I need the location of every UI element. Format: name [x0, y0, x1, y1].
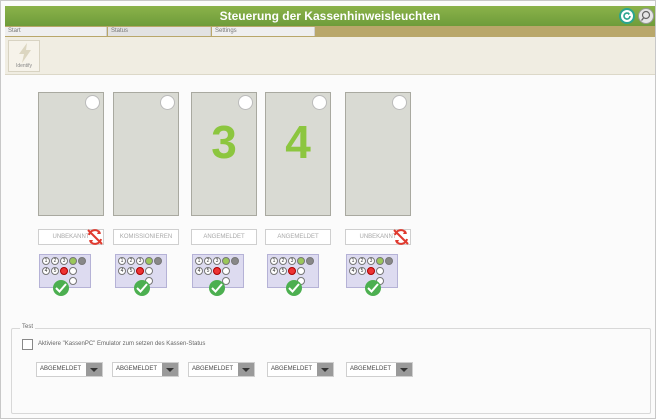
select-value: ABGEMELDET — [350, 366, 392, 372]
register-panel-5[interactable] — [345, 92, 411, 216]
chevron-down-icon[interactable] — [86, 363, 102, 376]
lamp-indicator — [392, 95, 407, 110]
lamp-indicator — [85, 95, 100, 110]
lamp-indicator — [312, 95, 327, 110]
register-panel-4[interactable]: 4 — [265, 92, 331, 216]
identify-button[interactable]: Identify — [8, 40, 40, 72]
status-select-3[interactable]: ABGEMELDET — [188, 362, 255, 377]
title-bar: Steuerung der Kassenhinweisleuchten — [5, 6, 655, 26]
check-icon — [209, 280, 225, 296]
test-legend: Test — [20, 324, 36, 330]
status-select-1[interactable]: ABGEMELDET — [36, 362, 103, 377]
status-select-5[interactable]: ABGEMELDET — [346, 362, 413, 377]
register-status-3: ANGEMELDET — [191, 229, 257, 245]
status-select-2[interactable]: ABGEMELDET — [112, 362, 179, 377]
chevron-down-icon[interactable] — [162, 363, 178, 376]
select-value: ABGEMELDET — [116, 366, 158, 372]
check-icon — [134, 280, 150, 296]
lightning-icon — [19, 43, 31, 63]
toolbar: Identify — [5, 37, 655, 75]
window-title: Steuerung der Kassenhinweisleuchten — [219, 9, 441, 23]
emulator-checkbox[interactable] — [22, 339, 33, 350]
select-value: ABGEMELDET — [271, 366, 313, 372]
register-panel-2[interactable] — [113, 92, 179, 216]
select-value: ABGEMELDET — [40, 366, 82, 372]
refresh-icon[interactable] — [619, 8, 635, 24]
register-status-2: KOMISSIONIEREN — [113, 229, 179, 245]
tab-strip: Start Status Settings — [5, 26, 655, 37]
register-panel-3[interactable]: 3 — [191, 92, 257, 216]
status-select-4[interactable]: ABGEMELDET — [267, 362, 334, 377]
register-number: 3 — [211, 116, 237, 168]
register-status-4: ANGEMELDET — [265, 229, 331, 245]
sync-error-icon[interactable] — [85, 227, 105, 247]
select-value: ABGEMELDET — [192, 366, 234, 372]
chevron-down-icon[interactable] — [238, 363, 254, 376]
chevron-down-icon[interactable] — [317, 363, 333, 376]
search-icon[interactable] — [638, 8, 654, 24]
register-panel-1[interactable] — [38, 92, 104, 216]
tab-status[interactable]: Status — [108, 27, 211, 36]
identify-label: Identify — [15, 63, 33, 69]
app-window: Steuerung der Kassenhinweisleuchten Star… — [0, 0, 656, 419]
chevron-down-icon[interactable] — [396, 363, 412, 376]
check-icon — [365, 280, 381, 296]
tab-start[interactable]: Start — [5, 27, 107, 36]
lamp-indicator — [160, 95, 175, 110]
test-group: Test Aktiviere "KassenPC" Emulator zum s… — [11, 324, 651, 414]
check-icon — [286, 280, 302, 296]
emulator-label: Aktiviere "KassenPC" Emulator zum setzen… — [38, 341, 206, 347]
tab-settings[interactable]: Settings — [212, 27, 315, 36]
register-number: 4 — [285, 116, 311, 168]
sync-error-icon[interactable] — [391, 227, 411, 247]
lamp-indicator — [238, 95, 253, 110]
check-icon — [53, 280, 69, 296]
